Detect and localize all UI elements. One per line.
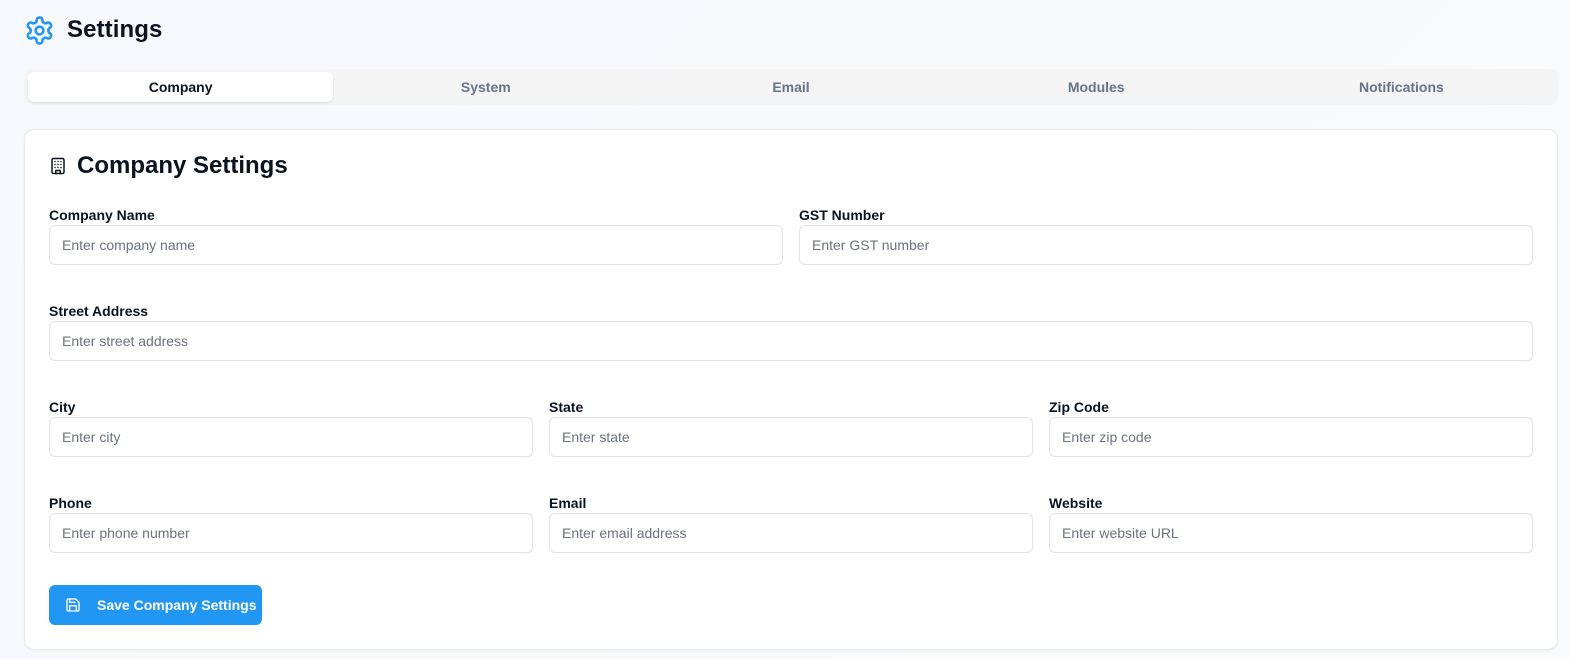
website-label: Website	[1049, 495, 1103, 511]
city-label: City	[49, 399, 76, 415]
company-name-label: Company Name	[49, 207, 155, 223]
tab-company[interactable]: Company	[28, 72, 334, 102]
page-header: Settings	[24, 13, 162, 47]
settings-tabs: Company System Email Modules Notificatio…	[24, 69, 1558, 105]
card-header: Company Settings	[49, 152, 288, 180]
website-input[interactable]	[1049, 513, 1533, 553]
company-settings-card: Company Settings Company Name GST Number…	[24, 129, 1558, 650]
zip-code-group: Zip Code	[1049, 398, 1533, 458]
tab-email[interactable]: Email	[638, 72, 943, 102]
phone-label: Phone	[49, 495, 92, 511]
email-group: Email	[549, 494, 1033, 554]
state-input[interactable]	[549, 417, 1033, 457]
city-group: City	[49, 398, 533, 458]
street-address-group: Street Address	[49, 302, 1533, 362]
gst-number-label: GST Number	[799, 207, 885, 223]
card-title: Company Settings	[77, 152, 288, 179]
email-label: Email	[549, 495, 587, 511]
state-group: State	[549, 398, 1033, 458]
building-icon	[49, 157, 67, 175]
save-company-settings-button[interactable]: Save Company Settings	[49, 585, 262, 625]
city-input[interactable]	[49, 417, 533, 457]
street-address-label: Street Address	[49, 303, 149, 319]
save-icon	[65, 597, 81, 613]
website-group: Website	[1049, 494, 1533, 554]
email-input[interactable]	[549, 513, 1033, 553]
gst-number-input[interactable]	[799, 225, 1533, 265]
company-name-group: Company Name	[49, 206, 783, 266]
street-address-input[interactable]	[49, 321, 1533, 361]
company-name-input[interactable]	[49, 225, 783, 265]
phone-group: Phone	[49, 494, 533, 554]
state-label: State	[549, 399, 584, 415]
save-button-label: Save Company Settings	[97, 597, 257, 613]
page-title: Settings	[67, 16, 163, 43]
zip-code-label: Zip Code	[1049, 399, 1109, 415]
tab-notifications[interactable]: Notifications	[1249, 72, 1554, 102]
zip-code-input[interactable]	[1049, 417, 1533, 457]
phone-input[interactable]	[49, 513, 533, 553]
gst-number-group: GST Number	[799, 206, 1533, 266]
tab-system[interactable]: System	[333, 72, 638, 102]
gear-icon	[24, 15, 55, 46]
tab-modules[interactable]: Modules	[944, 72, 1249, 102]
